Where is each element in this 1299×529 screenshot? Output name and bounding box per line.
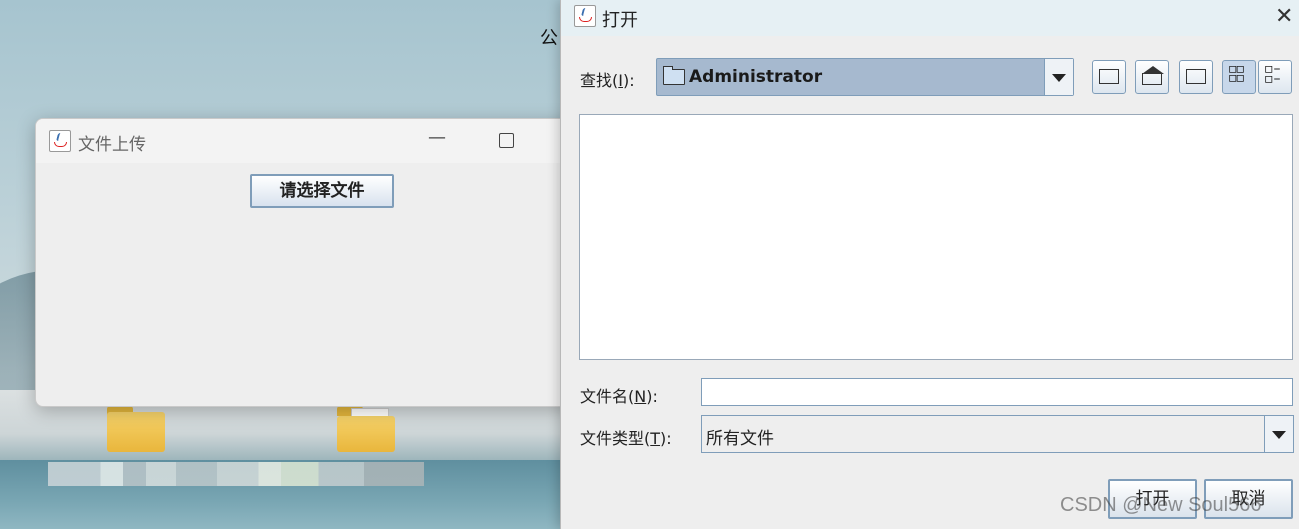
desktop-partial-label: 公 bbox=[540, 28, 558, 49]
file-type-label: 文件类型(T): bbox=[580, 429, 672, 448]
new-folder-button[interactable] bbox=[1179, 60, 1213, 94]
folder-icon bbox=[663, 66, 685, 85]
choose-file-button[interactable]: 请选择文件 bbox=[250, 174, 394, 208]
java-icon bbox=[574, 5, 596, 27]
java-icon bbox=[49, 130, 71, 152]
file-type-combobox[interactable]: 所有文件 bbox=[701, 415, 1294, 453]
file-name-input[interactable] bbox=[701, 378, 1293, 406]
details-view-icon bbox=[1264, 63, 1285, 85]
dialog-title: 打开 bbox=[602, 10, 638, 31]
list-view-icon bbox=[1228, 63, 1249, 84]
maximize-button[interactable] bbox=[499, 133, 514, 148]
up-one-level-button[interactable] bbox=[1092, 60, 1126, 94]
new-folder-icon bbox=[1186, 69, 1206, 84]
look-in-label: 查找(I): bbox=[580, 71, 635, 90]
file-type-mnemonic: T bbox=[650, 429, 661, 448]
close-icon[interactable]: ✕ bbox=[1275, 4, 1293, 29]
up-folder-icon bbox=[1099, 69, 1119, 84]
look-in-combobox[interactable]: Administrator bbox=[656, 58, 1074, 96]
minimize-button[interactable]: — bbox=[428, 127, 446, 148]
details-view-button[interactable] bbox=[1258, 60, 1292, 94]
home-button[interactable] bbox=[1135, 60, 1169, 94]
dialog-titlebar: 打开 ✕ bbox=[561, 0, 1299, 36]
file-name-label: 文件名(N): bbox=[580, 387, 658, 406]
list-view-button[interactable] bbox=[1222, 60, 1256, 94]
chevron-down-icon[interactable] bbox=[1264, 416, 1293, 452]
look-in-mnemonic: I bbox=[618, 71, 623, 90]
window-titlebar: 文件上传 — bbox=[36, 119, 576, 163]
open-file-dialog: 打开 ✕ 查找(I): Administrator 文件名(N): 文件类型(T… bbox=[560, 0, 1299, 529]
home-icon bbox=[1142, 73, 1162, 85]
file-upload-window: 文件上传 — 请选择文件 bbox=[35, 118, 577, 407]
desktop-blurred-labels bbox=[48, 462, 424, 486]
file-list-pane[interactable] bbox=[579, 114, 1293, 360]
window-title: 文件上传 bbox=[78, 135, 146, 155]
file-name-mnemonic: N bbox=[634, 387, 647, 406]
chevron-down-icon[interactable] bbox=[1044, 59, 1073, 95]
watermark: CSDN @New Soul566 bbox=[1060, 494, 1262, 516]
file-type-value: 所有文件 bbox=[706, 429, 774, 449]
desktop-folder-icon[interactable] bbox=[337, 406, 395, 452]
desktop-folder-icon[interactable] bbox=[107, 406, 165, 452]
look-in-value: Administrator bbox=[689, 67, 823, 87]
